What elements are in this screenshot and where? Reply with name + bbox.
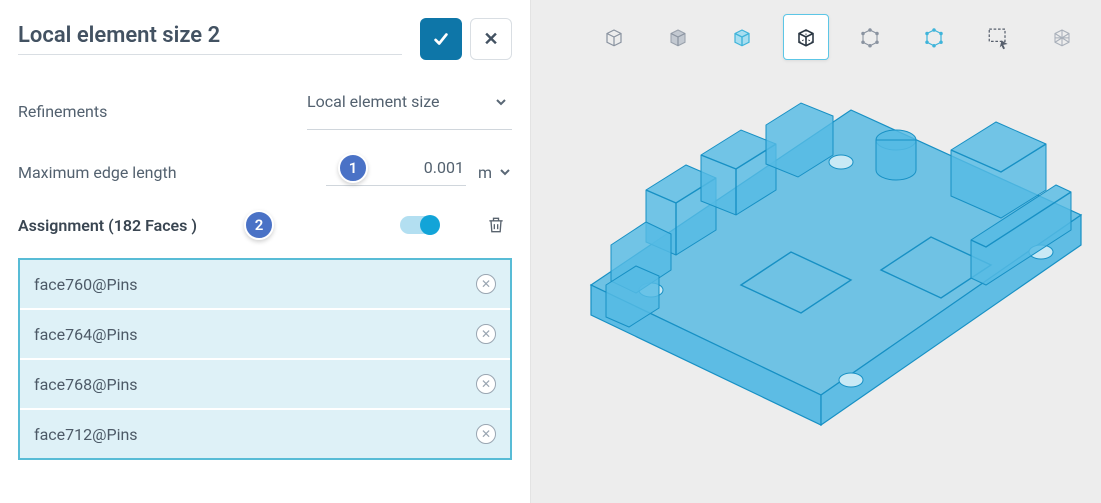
title-wrap: Local element size 2 <box>18 23 402 55</box>
check-icon <box>432 30 450 48</box>
unit-label: m <box>478 163 492 182</box>
shaded-view-button[interactable] <box>719 14 765 60</box>
close-icon: ✕ <box>483 29 498 50</box>
callout-badge-1: 1 <box>338 153 368 183</box>
confirm-button[interactable] <box>420 18 462 60</box>
shaded-cube-icon <box>728 23 756 51</box>
wireframe-view-button[interactable] <box>591 14 637 60</box>
unit-select[interactable]: m <box>478 163 512 182</box>
remove-face-button[interactable]: ✕ <box>476 324 496 344</box>
face-list: face760@Pins ✕ face764@Pins ✕ face768@Pi… <box>18 258 512 460</box>
select-underline <box>307 129 512 130</box>
refinements-row: Refinements Local element size <box>18 92 512 130</box>
solid-view-button[interactable] <box>655 14 701 60</box>
wireframe-cube-icon <box>600 23 628 51</box>
toggle-knob <box>420 215 440 235</box>
refinements-select[interactable]: Local element size <box>307 92 512 130</box>
settings-panel: Local element size 2 ✕ Refinements Local… <box>0 0 530 503</box>
cancel-button[interactable]: ✕ <box>470 18 512 60</box>
assignment-row: 2 Assignment (182 Faces ) <box>18 214 512 236</box>
face-label: face760@Pins <box>34 275 138 294</box>
model-preview[interactable] <box>551 70 1091 470</box>
max-edge-row: 1 Maximum edge length 0.001 m <box>18 158 512 186</box>
component-cylinder <box>876 130 916 180</box>
box-select-button[interactable] <box>975 14 1021 60</box>
nodes-highlight-button[interactable] <box>911 14 957 60</box>
delete-button[interactable] <box>486 214 506 236</box>
chevron-down-icon <box>494 95 508 109</box>
assignment-toggle[interactable] <box>400 216 438 234</box>
list-item[interactable]: face768@Pins ✕ <box>20 360 510 410</box>
face-label: face768@Pins <box>34 375 138 394</box>
header-buttons: ✕ <box>420 18 512 60</box>
max-edge-label: Maximum edge length <box>18 163 177 182</box>
face-label: face712@Pins <box>34 425 138 444</box>
transparent-cube-icon <box>792 23 820 51</box>
refinements-value: Local element size <box>307 92 440 111</box>
max-edge-value: 0.001 <box>424 158 464 177</box>
mesh-view-button[interactable] <box>1039 14 1085 60</box>
nodes-cyan-icon <box>920 23 948 51</box>
remove-face-button[interactable]: ✕ <box>476 374 496 394</box>
nodes-view-button[interactable] <box>847 14 893 60</box>
box-select-icon <box>984 23 1012 51</box>
transparent-view-button[interactable] <box>783 14 829 60</box>
trash-icon <box>486 214 506 236</box>
remove-face-button[interactable]: ✕ <box>476 424 496 444</box>
view-toolbar <box>591 14 1085 60</box>
assignment-controls <box>400 214 506 236</box>
assignment-label: Assignment (182 Faces ) <box>18 216 197 235</box>
solid-cube-icon <box>664 23 692 51</box>
panel-title: Local element size 2 <box>18 23 402 54</box>
list-item[interactable]: face712@Pins ✕ <box>20 410 510 458</box>
title-underline <box>18 54 402 55</box>
remove-face-button[interactable]: ✕ <box>476 274 496 294</box>
refinements-label: Refinements <box>18 102 107 121</box>
face-label: face764@Pins <box>34 325 138 344</box>
num-underline <box>326 185 466 186</box>
list-item[interactable]: face764@Pins ✕ <box>20 310 510 360</box>
viewport-3d[interactable] <box>530 0 1101 503</box>
list-item[interactable]: face760@Pins ✕ <box>20 260 510 310</box>
chevron-down-icon <box>498 165 512 179</box>
callout-badge-2: 2 <box>244 210 274 240</box>
mesh-cube-icon <box>1048 23 1076 51</box>
panel-header: Local element size 2 ✕ <box>18 18 512 60</box>
nodes-icon <box>856 23 884 51</box>
